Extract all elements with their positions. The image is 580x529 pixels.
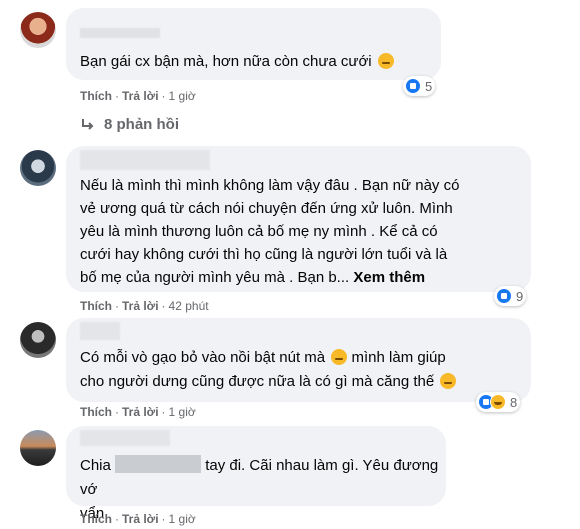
replies-label: 8 phản hồi — [104, 116, 179, 133]
comment-meta: Thích · Trả lời · 42 phút — [80, 299, 209, 313]
like-link[interactable]: Thích — [80, 299, 112, 313]
reply-link[interactable]: Trả lời — [122, 89, 159, 103]
comment-bubble: Có mỗi vò gạo bỏ vào nồi bật nút mà mình… — [66, 318, 531, 402]
redacted-text — [115, 455, 202, 473]
timestamp[interactable]: 42 phút — [169, 299, 209, 313]
reply-arrow-icon — [82, 118, 94, 130]
reply-link[interactable]: Trả lời — [122, 299, 159, 313]
like-link[interactable]: Thích — [80, 512, 112, 526]
comment-bubble: Chia tay đi. Cãi nhau làm gì. Yêu đương … — [66, 426, 446, 522]
reaction-count: 9 — [516, 288, 524, 304]
see-more-link[interactable]: Xem thêm — [353, 269, 425, 286]
comment-bubble: Bạn gái cx bận mà, hơn nữa còn chưa cưới — [66, 8, 441, 80]
avatar[interactable] — [20, 322, 56, 358]
emoji-icon — [377, 53, 394, 69]
comment-text: Nếu là mình thì mình không làm vậy đâu .… — [80, 177, 460, 286]
avatar[interactable] — [20, 12, 56, 48]
avatar[interactable] — [20, 150, 56, 186]
like-link[interactable]: Thích — [80, 89, 112, 103]
reaction-count: 5 — [425, 78, 433, 94]
commenter-name-redacted — [80, 28, 160, 38]
comment-meta: Thích · Trả lời · 1 giờ — [80, 89, 196, 103]
commenter-name-redacted — [80, 430, 170, 446]
comment-meta: Thích · Trả lời · 1 giờ — [80, 512, 196, 526]
comment-bubble: Nếu là mình thì mình không làm vậy đâu .… — [66, 146, 531, 292]
timestamp[interactable]: 1 giờ — [169, 512, 196, 526]
commenter-name-redacted — [80, 322, 120, 340]
reply-link[interactable]: Trả lời — [122, 405, 159, 419]
commenter-name-redacted — [80, 150, 210, 170]
emoji-icon — [331, 349, 348, 365]
comment-text: Có mỗi vò gạo bỏ vào nồi bật nút mà mình… — [80, 346, 457, 394]
reaction-summary[interactable]: 8 — [476, 392, 521, 412]
comment-text: Bạn gái cx bận mà, hơn nữa còn chưa cưới — [80, 52, 394, 72]
reply-link[interactable]: Trả lời — [122, 512, 159, 526]
timestamp[interactable]: 1 giờ — [169, 89, 196, 103]
emoji-icon — [440, 373, 457, 389]
reaction-count: 8 — [510, 394, 518, 410]
like-reaction-icon — [405, 78, 421, 94]
avatar[interactable] — [20, 430, 56, 466]
view-replies-link[interactable]: 8 phản hồi — [80, 116, 179, 133]
like-reaction-icon — [496, 288, 512, 304]
reaction-summary[interactable]: 5 — [403, 76, 436, 96]
haha-reaction-icon — [490, 394, 506, 410]
comment-meta: Thích · Trả lời · 1 giờ — [80, 405, 196, 419]
reaction-summary[interactable]: 9 — [494, 286, 527, 306]
timestamp[interactable]: 1 giờ — [169, 405, 196, 419]
like-link[interactable]: Thích — [80, 405, 112, 419]
